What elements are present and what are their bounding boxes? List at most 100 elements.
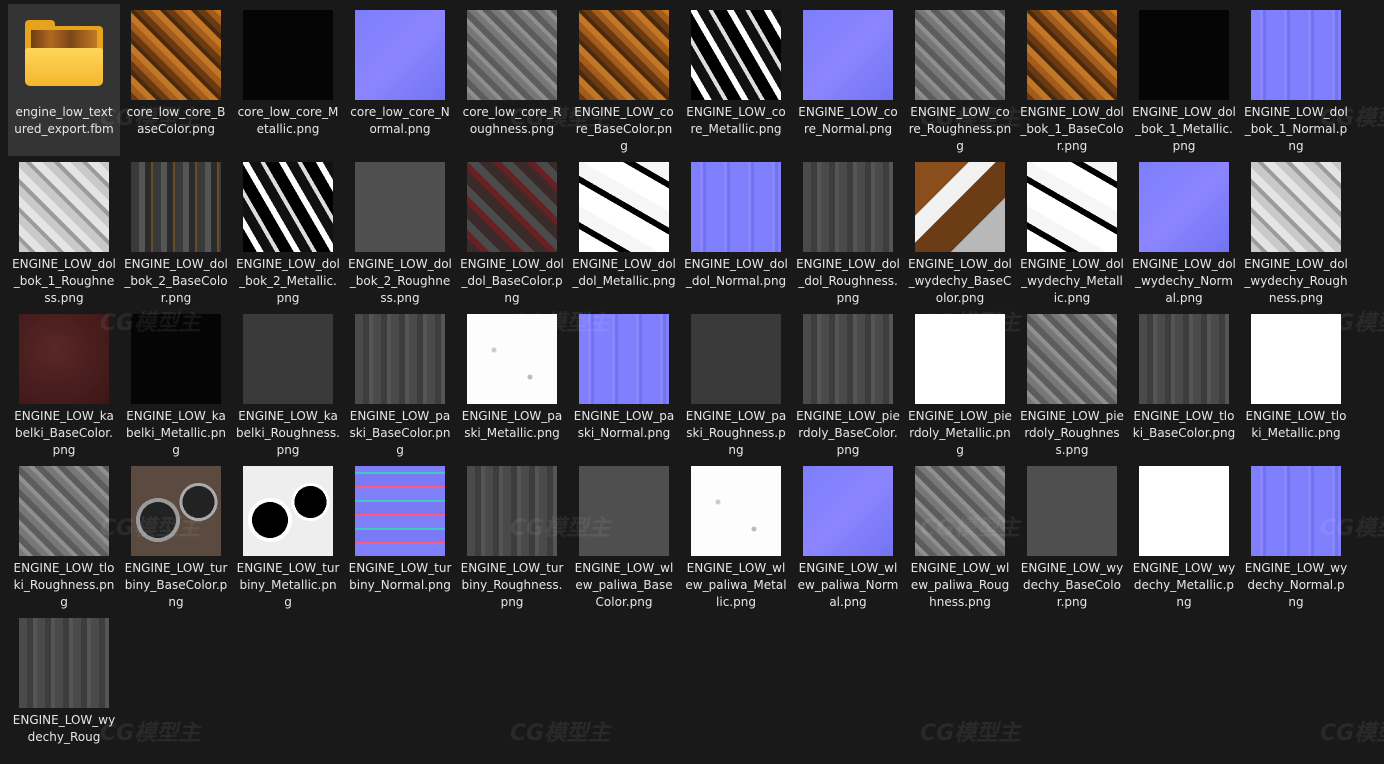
- file-item[interactable]: ENGINE_LOW_dol_bok_1_Metallic.png: [1128, 4, 1240, 156]
- file-name: ENGINE_LOW_turbiny_Metallic.png: [236, 561, 340, 609]
- file-name: ENGINE_LOW_dol_bok_2_BaseColor.png: [124, 257, 228, 305]
- file-item[interactable]: ENGINE_LOW_tloki_Roughness.png: [8, 460, 120, 612]
- file-name: ENGINE_LOW_turbiny_BaseColor.png: [124, 561, 228, 609]
- file-item[interactable]: ENGINE_LOW_core_Metallic.png: [680, 4, 792, 156]
- thumbnail-image: [1027, 466, 1117, 556]
- file-item[interactable]: ENGINE_LOW_dol_dol_Metallic.png: [568, 156, 680, 308]
- file-item[interactable]: ENGINE_LOW_wlew_paliwa_Metallic.png: [680, 460, 792, 612]
- file-item[interactable]: ENGINE_LOW_dol_bok_1_Roughness.png: [8, 156, 120, 308]
- file-item[interactable]: ENGINE_LOW_core_Roughness.png: [904, 4, 1016, 156]
- file-item[interactable]: ENGINE_LOW_dol_bok_2_Metallic.png: [232, 156, 344, 308]
- file-item[interactable]: ENGINE_LOW_pierdoly_Roughness.png: [1016, 308, 1128, 460]
- file-name: ENGINE_LOW_wlew_paliwa_BaseColor.png: [574, 561, 674, 609]
- file-item[interactable]: ENGINE_LOW_paski_BaseColor.png: [344, 308, 456, 460]
- file-item[interactable]: ENGINE_LOW_dol_bok_1_BaseColor.png: [1016, 4, 1128, 156]
- file-item[interactable]: core_low_core_Roughness.png: [456, 4, 568, 156]
- file-item[interactable]: ENGINE_LOW_tloki_Metallic.png: [1240, 308, 1352, 460]
- thumbnail-image: [691, 162, 781, 252]
- file-item[interactable]: ENGINE_LOW_wydechy_BaseColor.png: [1016, 460, 1128, 612]
- file-name: ENGINE_LOW_dol_dol_Metallic.png: [572, 257, 676, 288]
- file-name: ENGINE_LOW_dol_bok_1_Roughness.png: [12, 257, 116, 305]
- file-item[interactable]: core_low_core_Normal.png: [344, 4, 456, 156]
- file-name: ENGINE_LOW_paski_BaseColor.png: [349, 409, 451, 457]
- file-name: ENGINE_LOW_wydechy_Roug: [12, 713, 116, 744]
- file-name: ENGINE_LOW_tloki_BaseColor.png: [1132, 409, 1236, 440]
- file-item[interactable]: ENGINE_LOW_pierdoly_BaseColor.png: [792, 308, 904, 460]
- file-item[interactable]: core_low_core_Metallic.png: [232, 4, 344, 156]
- folder-item[interactable]: engine_low_textured_export.fbm: [8, 4, 120, 156]
- file-item[interactable]: ENGINE_LOW_dol_wydechy_BaseColor.png: [904, 156, 1016, 308]
- file-item[interactable]: ENGINE_LOW_wlew_paliwa_Roughness.png: [904, 460, 1016, 612]
- file-name: core_low_core_BaseColor.png: [126, 105, 226, 136]
- file-item[interactable]: ENGINE_LOW_wydechy_Roug: [8, 612, 120, 764]
- file-item[interactable]: ENGINE_LOW_dol_bok_1_Normal.png: [1240, 4, 1352, 156]
- file-item[interactable]: ENGINE_LOW_tloki_BaseColor.png: [1128, 308, 1240, 460]
- file-grid: engine_low_textured_export.fbm core_low_c…: [8, 4, 1384, 764]
- file-item[interactable]: ENGINE_LOW_wlew_paliwa_BaseColor.png: [568, 460, 680, 612]
- file-name: ENGINE_LOW_wydechy_Normal.png: [1244, 561, 1348, 609]
- file-name: ENGINE_LOW_tloki_Roughness.png: [13, 561, 115, 609]
- thumbnail-image: [355, 466, 445, 556]
- file-item[interactable]: ENGINE_LOW_dol_wydechy_Roughness.png: [1240, 156, 1352, 308]
- thumbnail-image: [803, 466, 893, 556]
- file-name: ENGINE_LOW_paski_Roughness.png: [685, 409, 787, 457]
- thumbnail-image: [1027, 314, 1117, 404]
- file-item[interactable]: ENGINE_LOW_paski_Roughness.png: [680, 308, 792, 460]
- file-item[interactable]: ENGINE_LOW_turbiny_BaseColor.png: [120, 460, 232, 612]
- thumbnail-image: [1139, 10, 1229, 100]
- file-item[interactable]: ENGINE_LOW_core_Normal.png: [792, 4, 904, 156]
- file-name: ENGINE_LOW_wydechy_BaseColor.png: [1020, 561, 1124, 609]
- thumbnail-image: [579, 162, 669, 252]
- thumbnail-image: [19, 162, 109, 252]
- thumbnail-image: [131, 10, 221, 100]
- file-item[interactable]: ENGINE_LOW_dol_wydechy_Normal.png: [1128, 156, 1240, 308]
- file-item[interactable]: ENGINE_LOW_dol_dol_Roughness.png: [792, 156, 904, 308]
- thumbnail-image: [579, 10, 669, 100]
- file-name: core_low_core_Roughness.png: [462, 105, 562, 136]
- file-item[interactable]: ENGINE_LOW_dol_dol_Normal.png: [680, 156, 792, 308]
- file-item[interactable]: ENGINE_LOW_wydechy_Normal.png: [1240, 460, 1352, 612]
- file-item[interactable]: core_low_core_BaseColor.png: [120, 4, 232, 156]
- file-item[interactable]: ENGINE_LOW_kabelki_Roughness.png: [232, 308, 344, 460]
- file-item[interactable]: ENGINE_LOW_paski_Normal.png: [568, 308, 680, 460]
- file-item[interactable]: ENGINE_LOW_turbiny_Roughness.png: [456, 460, 568, 612]
- file-name: ENGINE_LOW_dol_dol_BaseColor.png: [460, 257, 564, 305]
- file-name: ENGINE_LOW_core_Normal.png: [798, 105, 898, 136]
- file-item[interactable]: ENGINE_LOW_turbiny_Normal.png: [344, 460, 456, 612]
- file-name: ENGINE_LOW_dol_dol_Normal.png: [684, 257, 788, 288]
- thumbnail-image: [1251, 162, 1341, 252]
- file-name: ENGINE_LOW_dol_dol_Roughness.png: [796, 257, 900, 305]
- file-item[interactable]: ENGINE_LOW_dol_dol_BaseColor.png: [456, 156, 568, 308]
- file-item[interactable]: ENGINE_LOW_dol_bok_2_Roughness.png: [344, 156, 456, 308]
- thumbnail-image: [1139, 162, 1229, 252]
- file-item[interactable]: ENGINE_LOW_dol_bok_2_BaseColor.png: [120, 156, 232, 308]
- file-name: ENGINE_LOW_dol_wydechy_Metallic.png: [1020, 257, 1124, 305]
- file-item[interactable]: ENGINE_LOW_dol_wydechy_Metallic.png: [1016, 156, 1128, 308]
- file-item[interactable]: ENGINE_LOW_paski_Metallic.png: [456, 308, 568, 460]
- thumbnail-image: [803, 162, 893, 252]
- file-name: ENGINE_LOW_dol_bok_2_Roughness.png: [348, 257, 452, 305]
- thumbnail-image: [915, 162, 1005, 252]
- file-item[interactable]: ENGINE_LOW_kabelki_Metallic.png: [120, 308, 232, 460]
- thumbnail-image: [803, 314, 893, 404]
- file-name: core_low_core_Normal.png: [350, 105, 450, 136]
- file-name: ENGINE_LOW_kabelki_BaseColor.png: [14, 409, 114, 457]
- thumbnail-image: [243, 314, 333, 404]
- file-item[interactable]: ENGINE_LOW_kabelki_BaseColor.png: [8, 308, 120, 460]
- folder-icon: [19, 10, 109, 100]
- file-item[interactable]: ENGINE_LOW_wydechy_Metallic.png: [1128, 460, 1240, 612]
- file-name: engine_low_textured_export.fbm: [14, 105, 114, 136]
- file-name: ENGINE_LOW_wydechy_Metallic.png: [1132, 561, 1236, 609]
- file-item[interactable]: ENGINE_LOW_pierdoly_Metallic.png: [904, 308, 1016, 460]
- thumbnail-image: [691, 466, 781, 556]
- file-name: ENGINE_LOW_wlew_paliwa_Normal.png: [797, 561, 899, 609]
- file-name: ENGINE_LOW_kabelki_Roughness.png: [236, 409, 340, 457]
- thumbnail-image: [1027, 10, 1117, 100]
- thumbnail-image: [1139, 466, 1229, 556]
- file-name: ENGINE_LOW_dol_wydechy_Roughness.png: [1244, 257, 1348, 305]
- file-item[interactable]: ENGINE_LOW_wlew_paliwa_Normal.png: [792, 460, 904, 612]
- file-item[interactable]: ENGINE_LOW_core_BaseColor.png: [568, 4, 680, 156]
- file-item[interactable]: ENGINE_LOW_turbiny_Metallic.png: [232, 460, 344, 612]
- file-name: ENGINE_LOW_wlew_paliwa_Metallic.png: [685, 561, 787, 609]
- file-name: ENGINE_LOW_paski_Metallic.png: [461, 409, 563, 440]
